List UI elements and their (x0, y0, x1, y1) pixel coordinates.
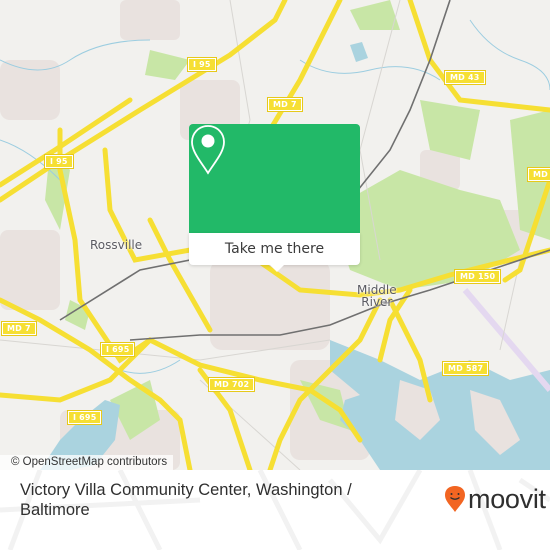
location-title: Victory Villa Community Center, Washingt… (20, 481, 352, 519)
road-shield: MD 587 (441, 361, 490, 376)
road-shield: MD 7 (1, 321, 37, 336)
road-shield: MD 150 (453, 269, 502, 284)
moovit-logo[interactable]: moovit (444, 485, 546, 513)
destination-popup[interactable]: Take me there (189, 124, 360, 272)
popup-pointer (269, 264, 285, 272)
map-view[interactable]: I 95 I 95 MD 7 MD 43 MD MD 7 I 695 I 695… (0, 0, 550, 470)
road-shield: MD 702 (207, 377, 256, 392)
road-shield: MD 43 (444, 70, 486, 85)
road-shield: I 95 (187, 57, 217, 72)
road-shield: MD (526, 167, 550, 182)
place-label-rossville: Rossville (90, 238, 143, 252)
road-shield: I 695 (99, 342, 136, 357)
take-me-there-button[interactable]: Take me there (189, 233, 360, 265)
road-shield: I 695 (66, 410, 103, 425)
map-attribution[interactable]: © OpenStreetMap contributors (0, 455, 174, 470)
moovit-wordmark: moovit (468, 483, 546, 514)
popup-header (189, 124, 360, 233)
road-shield: I 95 (44, 154, 74, 169)
footer: Victory Villa Community Center, Washingt… (0, 470, 550, 550)
location-pin-icon (191, 125, 225, 175)
place-label-middle-river: Middle River (357, 283, 397, 309)
road-shield: MD 7 (267, 97, 303, 112)
moovit-smiley-pin-icon (445, 486, 465, 512)
